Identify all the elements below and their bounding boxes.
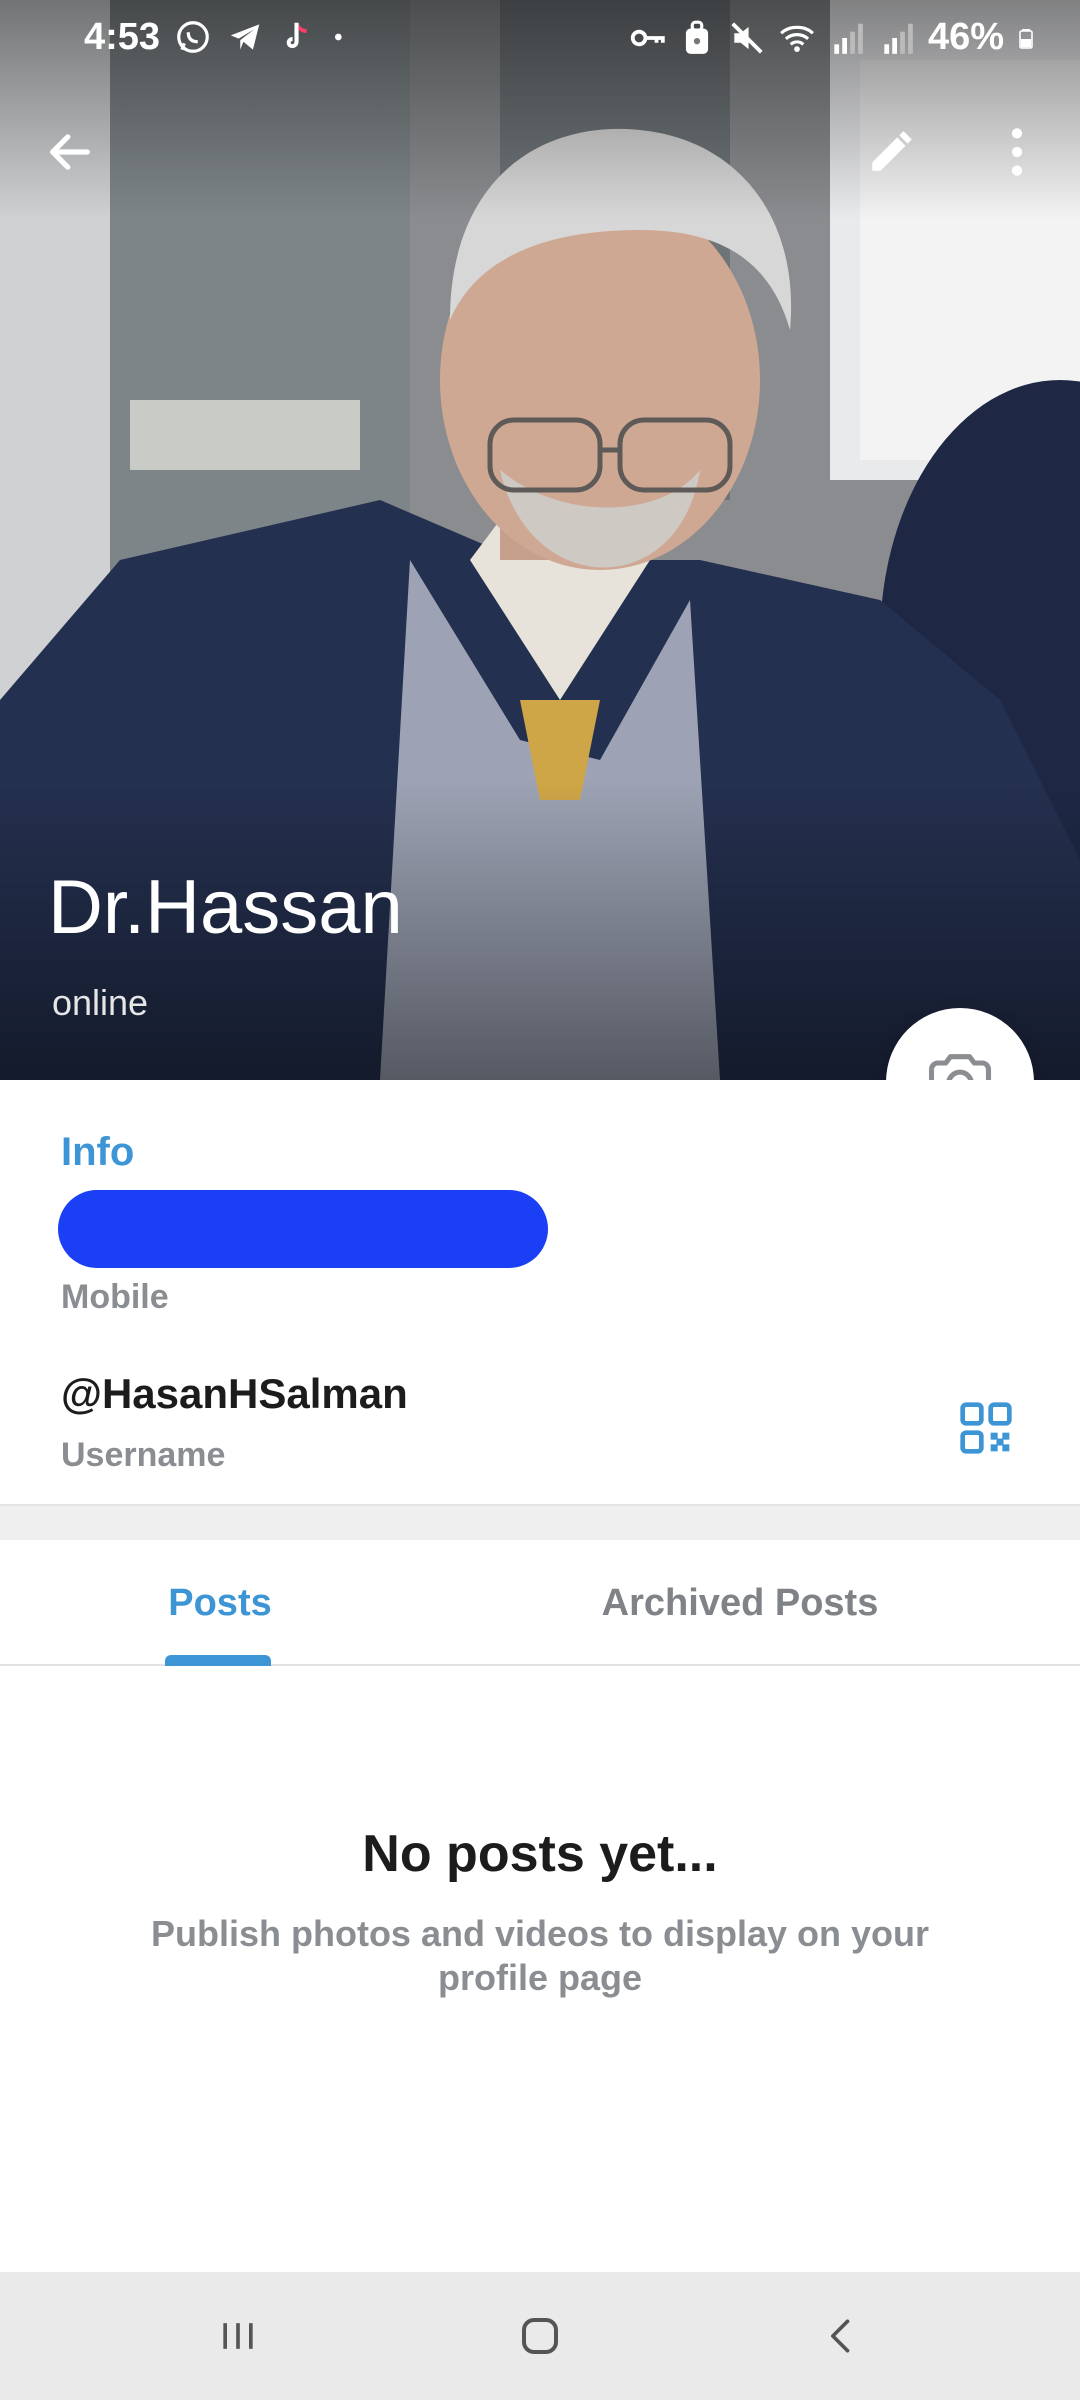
- more-options-button[interactable]: [969, 104, 1065, 200]
- status-left-icons: [174, 18, 350, 56]
- home-button[interactable]: [480, 2296, 600, 2376]
- posts-tabs: Posts Archived Posts: [0, 1540, 1080, 1666]
- pencil-icon: [872, 131, 912, 171]
- recents-button[interactable]: [178, 2296, 298, 2376]
- tiktok-icon: [286, 22, 307, 49]
- empty-state-description: Publish photos and videos to display on …: [150, 1913, 930, 1998]
- back-button[interactable]: [22, 104, 118, 200]
- profile-name: Dr.Hassan: [48, 865, 403, 950]
- signal-icon: [884, 23, 913, 54]
- whatsapp-icon: [177, 21, 209, 53]
- empty-state-title: No posts yet...: [362, 1825, 718, 1883]
- back-chevron-icon: [831, 2319, 850, 2353]
- arrow-left-icon: [50, 134, 90, 170]
- status-time: 4:53: [84, 16, 161, 58]
- more-vertical-icon: [1011, 128, 1023, 176]
- vpn-key-icon: [630, 29, 665, 46]
- info-section: Info Mobile @HasanHSalman Username: [0, 1080, 1080, 1504]
- qr-code-button[interactable]: [950, 1392, 1022, 1464]
- wifi-icon: [779, 25, 814, 52]
- qr-code-icon: [960, 1402, 1012, 1454]
- system-nav-bar: [0, 2272, 1080, 2400]
- mute-icon: [731, 21, 763, 54]
- tab-posts[interactable]: Posts: [90, 1540, 350, 1666]
- secure-folder-icon: [685, 20, 709, 54]
- tab-archived-posts[interactable]: Archived Posts: [560, 1540, 920, 1666]
- battery-percent: 46%: [927, 16, 1004, 58]
- battery-icon: [1019, 28, 1033, 49]
- signal-icon: [834, 23, 863, 54]
- active-tab-indicator: [165, 1655, 271, 1666]
- username-value[interactable]: @HasanHSalman: [61, 1370, 408, 1418]
- recents-icon: [223, 2323, 253, 2349]
- section-divider: [0, 1504, 1080, 1540]
- edit-button[interactable]: [843, 104, 939, 200]
- telegram-icon: [230, 24, 260, 50]
- info-title: Info: [61, 1130, 135, 1174]
- redacted-phone-number[interactable]: [58, 1190, 548, 1268]
- status-bar: 4:53 46%: [0, 0, 1080, 76]
- status-right-icons: 46%: [628, 16, 1040, 59]
- home-icon: [522, 2318, 558, 2354]
- nav-back-button[interactable]: [782, 2296, 902, 2376]
- username-label: Username: [61, 1436, 226, 1474]
- mobile-label: Mobile: [61, 1278, 169, 1316]
- dot-icon: [335, 33, 342, 41]
- profile-status: online: [52, 982, 149, 1023]
